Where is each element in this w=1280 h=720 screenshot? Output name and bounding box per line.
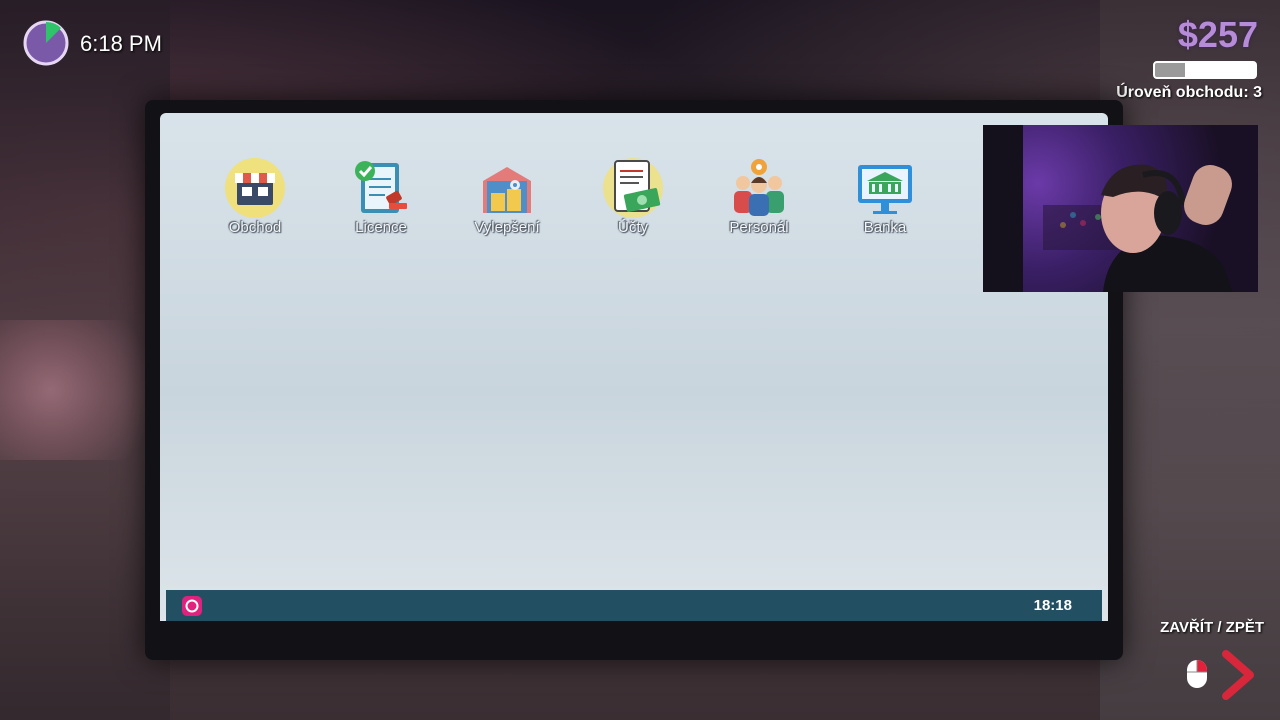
desktop-icon-label: Účty: [618, 219, 648, 236]
desktop-icon-licence[interactable]: Licence: [326, 157, 436, 236]
shop-level-label: Úroveň obchodu: 3: [1116, 84, 1262, 101]
desktop-icon-label: Licence: [355, 219, 407, 236]
desktop-icon-banka[interactable]: Banka: [830, 157, 940, 236]
chevron-right-icon[interactable]: [1220, 650, 1256, 700]
mouse-right-click-icon: [1187, 660, 1207, 688]
taskbar: 18:18: [166, 590, 1102, 621]
desktop-icon-personal[interactable]: Personál: [704, 157, 814, 236]
desktop-icon-label: Personál: [729, 219, 789, 236]
staff-icon: [734, 159, 784, 216]
bills-icon: [603, 158, 663, 218]
license-icon: [355, 161, 407, 213]
desktop-icon-label: Obchod: [228, 219, 282, 236]
upgrade-icon: [483, 167, 531, 213]
shop-level-progress-fill: [1155, 63, 1185, 77]
shop-icon: [225, 158, 285, 218]
desktop-icon-label: Vylepšení: [474, 219, 540, 236]
day-clock-icon: [23, 20, 69, 66]
game-time: 6:18 PM: [80, 31, 162, 56]
start-button[interactable]: [182, 596, 202, 616]
desktop-icon-ucty[interactable]: Účty: [578, 157, 688, 236]
bank-icon: [858, 165, 912, 214]
webcam-overlay: [983, 125, 1258, 292]
desktop-icon-vylepseni[interactable]: Vylepšení: [452, 157, 562, 236]
streamer-photo: [983, 125, 1233, 292]
game-environment-right: [1100, 0, 1280, 720]
money-balance: $257: [1177, 14, 1258, 55]
shop-level-progress-bar: [1153, 61, 1257, 79]
desktop-icon-obchod[interactable]: Obchod: [200, 157, 310, 236]
taskbar-clock: 18:18: [1033, 597, 1072, 614]
computer-screen: Obchod Licence Vylepšení Účty Personál B…: [160, 113, 1108, 621]
desktop-icon-label: Banka: [863, 219, 907, 236]
start-ring-icon: [185, 599, 199, 613]
close-back-hint: ZAVŘÍT / ZPĚT: [1160, 619, 1264, 636]
